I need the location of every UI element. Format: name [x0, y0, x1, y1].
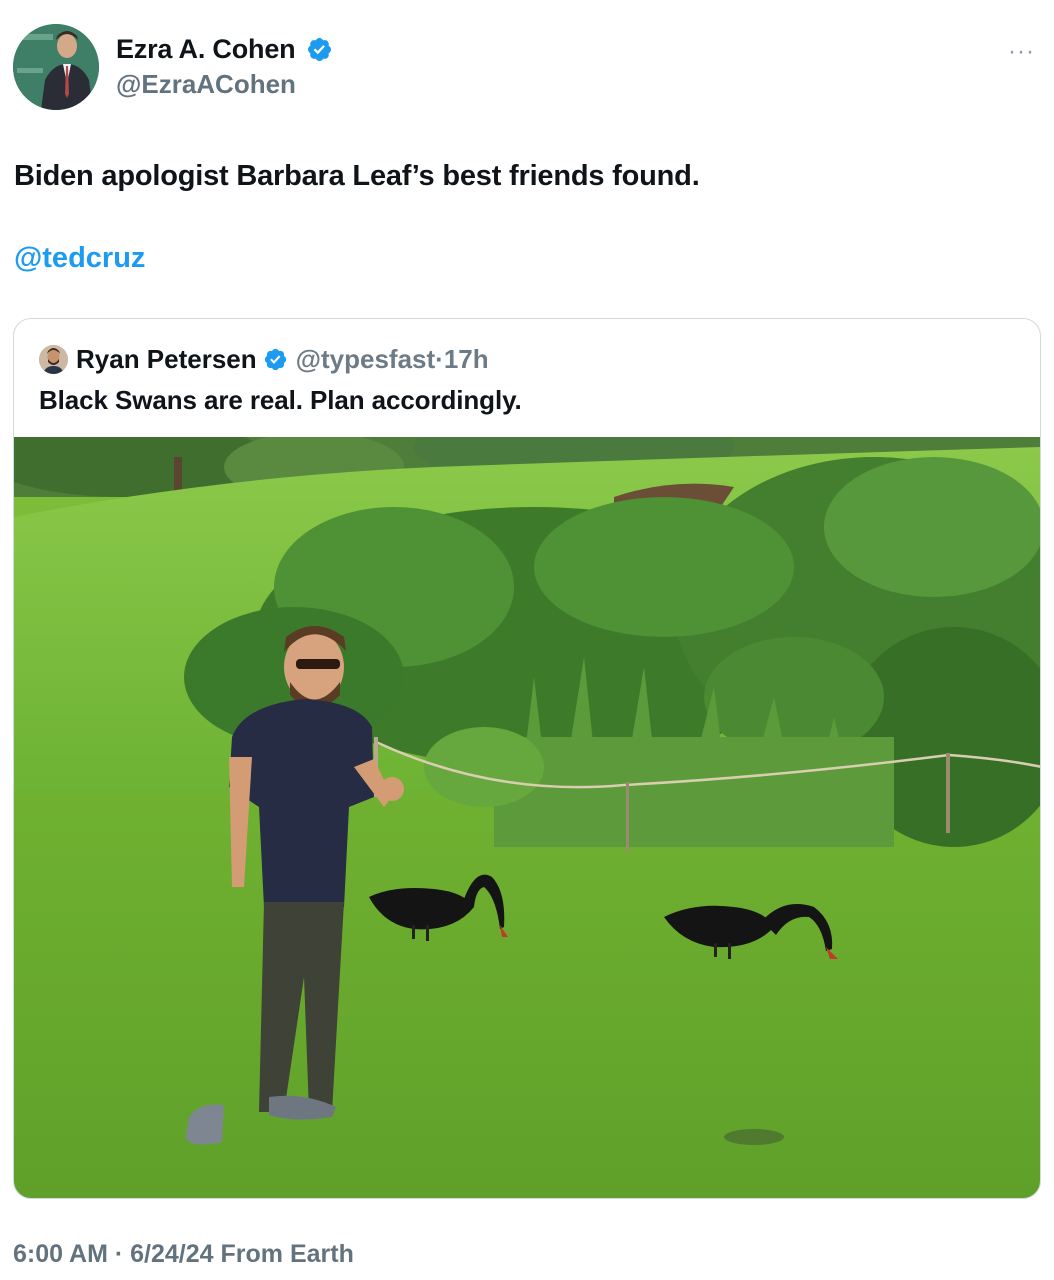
- author-display-name[interactable]: Ezra A. Cohen: [116, 34, 296, 65]
- quoted-tweet-header: Ryan Petersen @typesfast·17h: [39, 343, 489, 375]
- verified-badge-icon: [307, 37, 331, 62]
- tweet-timestamp[interactable]: 6:00 AM · 6/24/24 From Earth: [13, 1240, 354, 1269]
- quoted-tweet[interactable]: Ryan Petersen @typesfast·17h Black Swans…: [13, 318, 1041, 1199]
- tweet-text: Biden apologist Barbara Leaf’s best frie…: [14, 160, 700, 192]
- quoted-author-handle-time[interactable]: @typesfast·17h: [296, 344, 489, 375]
- author-avatar[interactable]: [13, 24, 99, 110]
- quoted-author-display-name[interactable]: Ryan Petersen: [76, 344, 257, 375]
- tweet-header: Ezra A. Cohen @EzraACohen ···: [13, 24, 1043, 112]
- quoted-tweet-text: Black Swans are real. Plan accordingly.: [39, 385, 522, 415]
- tweet-photo[interactable]: [14, 437, 1041, 1199]
- more-options-icon[interactable]: ···: [1008, 38, 1035, 66]
- mention-link[interactable]: @tedcruz: [14, 242, 145, 275]
- verified-badge-icon: [264, 348, 286, 370]
- author-handle[interactable]: @EzraACohen: [116, 69, 333, 100]
- quoted-author-avatar[interactable]: [39, 344, 68, 374]
